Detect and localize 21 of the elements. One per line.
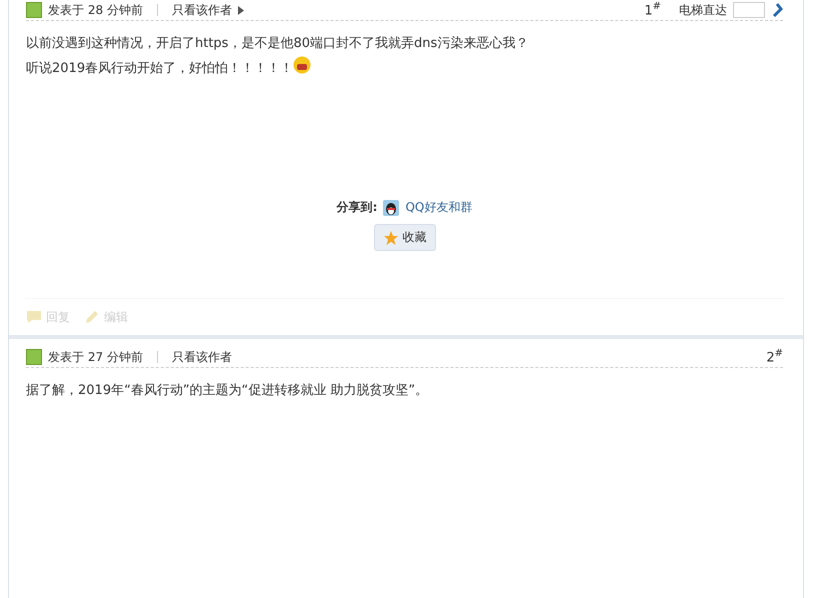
post-time: 发表于 28 分钟前 <box>48 2 143 18</box>
post-text: 据了解，2019年“春风行动”的主题为“促进转移就业 助力脱贫攻坚”。 <box>26 383 428 398</box>
share-link[interactable]: QQ好友和群 <box>405 199 472 216</box>
caret-icon[interactable] <box>238 6 244 14</box>
floor-input[interactable] <box>733 2 765 18</box>
pencil-icon <box>84 310 100 324</box>
star-icon <box>382 230 398 246</box>
user-icon <box>26 349 42 365</box>
author-only-link[interactable]: 只看该作者 <box>172 348 232 366</box>
post-text: 以前没遇到这种情况，开启了https，是不是他80端口封不了我就弄dns污染来恶心我？ <box>26 36 528 51</box>
share-label: 分享到: <box>336 199 378 216</box>
jump-label: 电梯直达 <box>679 2 727 18</box>
speech-bubble-icon <box>26 310 42 324</box>
post-text: 听说2019春风行动开始了，好怕怕！！！！！ <box>26 61 294 76</box>
post-time: 发表于 27 分钟前 <box>48 348 143 366</box>
user-icon <box>26 2 42 18</box>
penguin-icon[interactable] <box>383 200 400 216</box>
floor-number: 1$^{#}$ <box>644 1 661 19</box>
floor-number: 2$^{#}$ <box>766 348 783 366</box>
author-only-link[interactable]: 只看该作者 <box>172 2 232 18</box>
favorite-button[interactable]: 收藏 <box>374 224 436 251</box>
